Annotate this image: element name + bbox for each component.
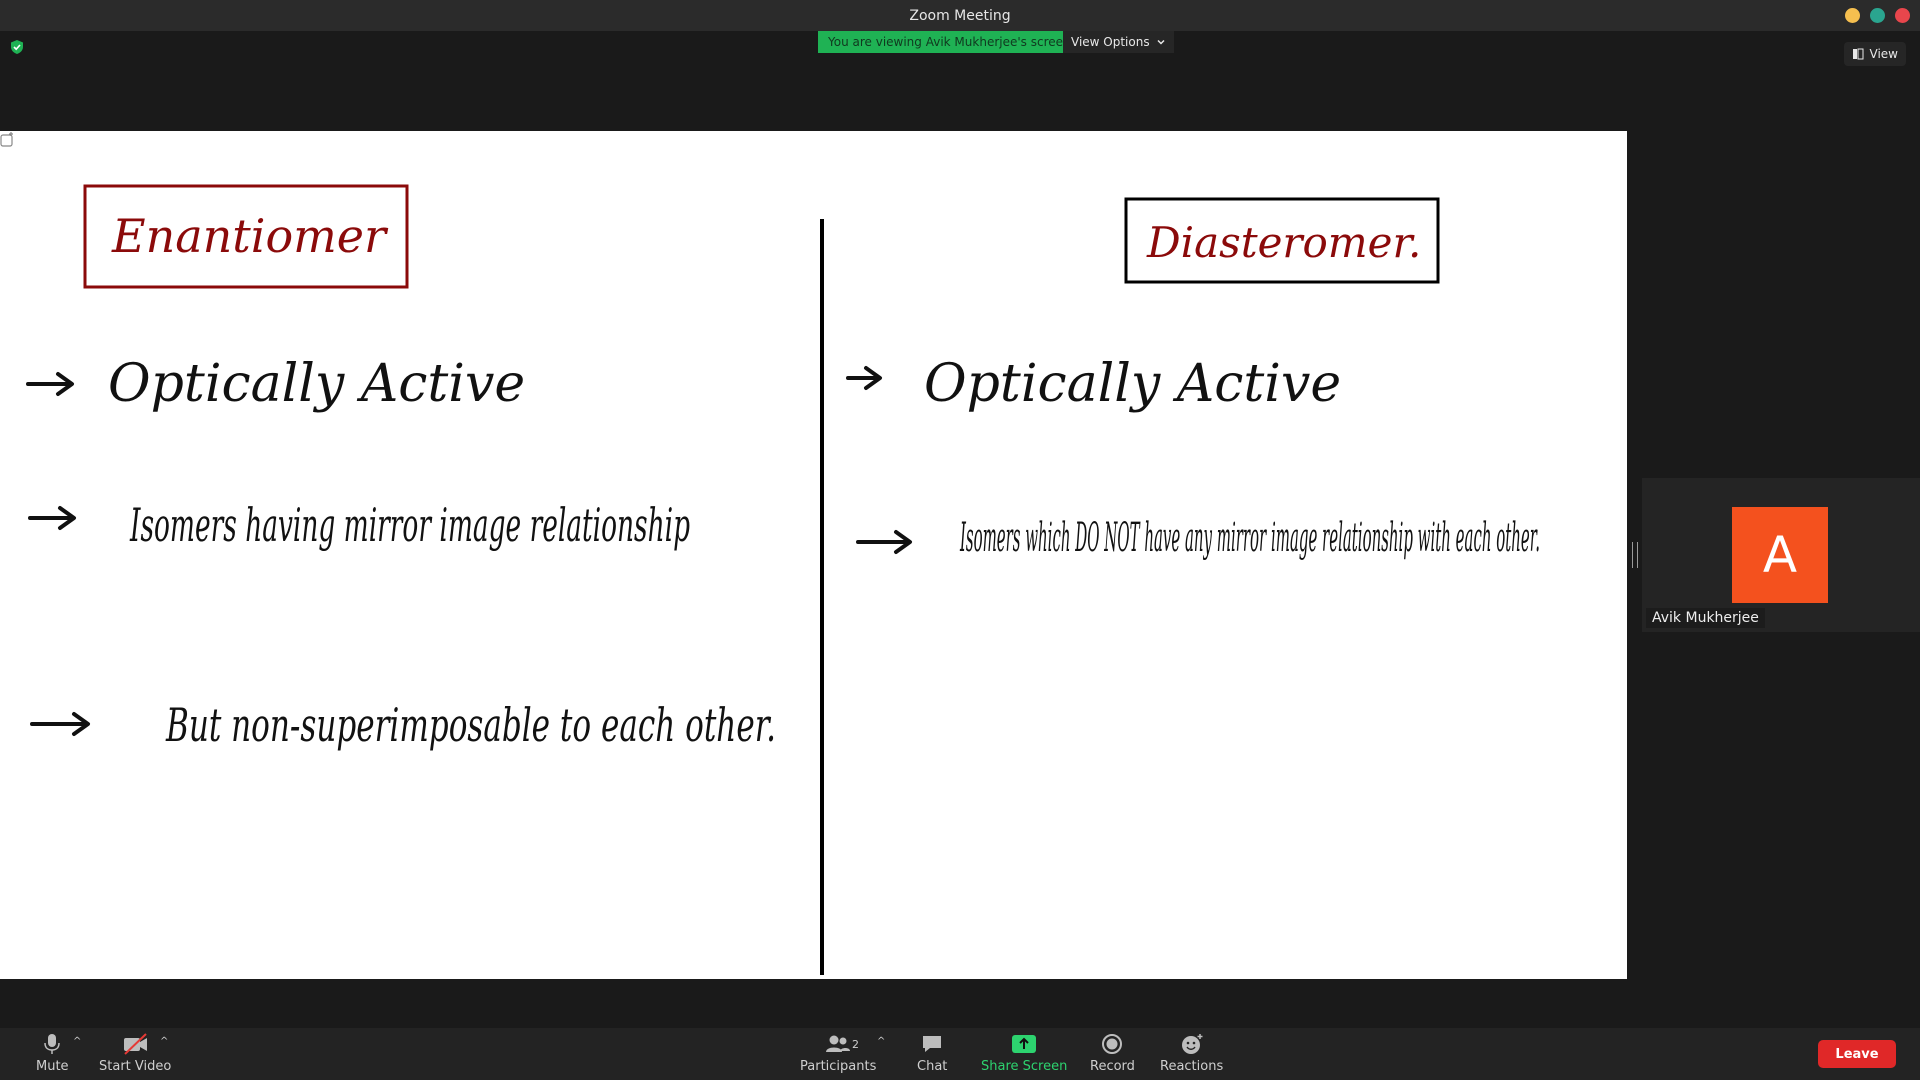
left-point-3: But non-superimposable to each other. [165, 698, 776, 752]
close-button[interactable] [1895, 8, 1910, 23]
participants-icon [826, 1035, 851, 1052]
arrow-icon [846, 366, 882, 390]
arrow-icon [856, 530, 912, 554]
view-layout-icon [1852, 48, 1864, 60]
record-button[interactable]: Record [1090, 1032, 1135, 1074]
participant-video-tile[interactable]: A Avik Mukherjee [1642, 478, 1920, 632]
view-button[interactable]: View [1843, 42, 1906, 66]
avatar: A [1732, 507, 1828, 603]
reactions-button[interactable]: Reactions [1160, 1032, 1223, 1074]
view-options-label: View Options [1071, 35, 1150, 49]
panel-resize-handle[interactable] [1632, 542, 1638, 568]
annotate-corner-icon[interactable] [0, 131, 16, 147]
record-label: Record [1090, 1059, 1135, 1074]
reactions-label: Reactions [1160, 1059, 1224, 1074]
arrow-icon [26, 372, 74, 396]
enantiomer-heading: Enantiomer [111, 209, 389, 263]
viewing-screen-banner: You are viewing Avik Mukherjee's screen [818, 31, 1081, 53]
mute-label: Mute [36, 1059, 69, 1074]
video-off-icon [124, 1033, 148, 1055]
microphone-icon [44, 1034, 61, 1054]
mute-options-caret-icon[interactable]: ^ [73, 1036, 81, 1047]
meeting-toolbar: Mute ^ Start Video ^ Participants 2 ^ Ch… [0, 1028, 1920, 1080]
minimize-button[interactable] [1845, 8, 1860, 23]
participants-options-caret-icon[interactable]: ^ [877, 1036, 885, 1047]
right-point-1: Optically Active [924, 354, 1341, 414]
start-video-label: Start Video [99, 1059, 172, 1074]
shared-screen: Enantiomer Diasteromer. Optically Active… [0, 131, 1627, 979]
window-title: Zoom Meeting [909, 7, 1011, 24]
chat-label: Chat [917, 1059, 948, 1074]
video-options-caret-icon[interactable]: ^ [160, 1036, 168, 1047]
diasteromer-heading: Diasteromer. [1146, 218, 1421, 267]
share-screen-label: Share Screen [981, 1059, 1068, 1074]
left-point-2: Isomers having mirror image relationship [129, 498, 690, 552]
record-icon [1102, 1034, 1123, 1054]
arrow-icon [30, 712, 90, 736]
reactions-icon [1181, 1034, 1203, 1054]
participant-name: Avik Mukherjee [1646, 608, 1765, 628]
maximize-button[interactable] [1870, 8, 1885, 23]
right-point-2: Isomers which DO NOT have any mirror ima… [960, 515, 1540, 561]
security-shield-icon[interactable] [9, 39, 25, 55]
share-screen-button[interactable]: Share Screen [981, 1032, 1067, 1074]
chevron-down-icon [1157, 39, 1165, 45]
participants-count: 2 [852, 1038, 859, 1051]
mute-button[interactable]: Mute [36, 1032, 69, 1074]
leave-button[interactable]: Leave [1818, 1040, 1896, 1068]
view-options-dropdown[interactable]: View Options [1063, 31, 1174, 53]
whiteboard-canvas: Enantiomer Diasteromer. Optically Active… [26, 184, 1540, 975]
view-button-label: View [1869, 47, 1898, 61]
window-controls [1845, 8, 1910, 23]
arrow-icon [28, 506, 76, 530]
chat-button[interactable]: Chat [917, 1032, 947, 1074]
chat-icon [923, 1036, 942, 1052]
left-point-1: Optically Active [108, 354, 525, 414]
title-bar: Zoom Meeting [0, 0, 1920, 31]
participants-button[interactable]: Participants [800, 1032, 876, 1074]
participants-label: Participants [800, 1059, 877, 1074]
share-screen-icon [1012, 1035, 1037, 1053]
